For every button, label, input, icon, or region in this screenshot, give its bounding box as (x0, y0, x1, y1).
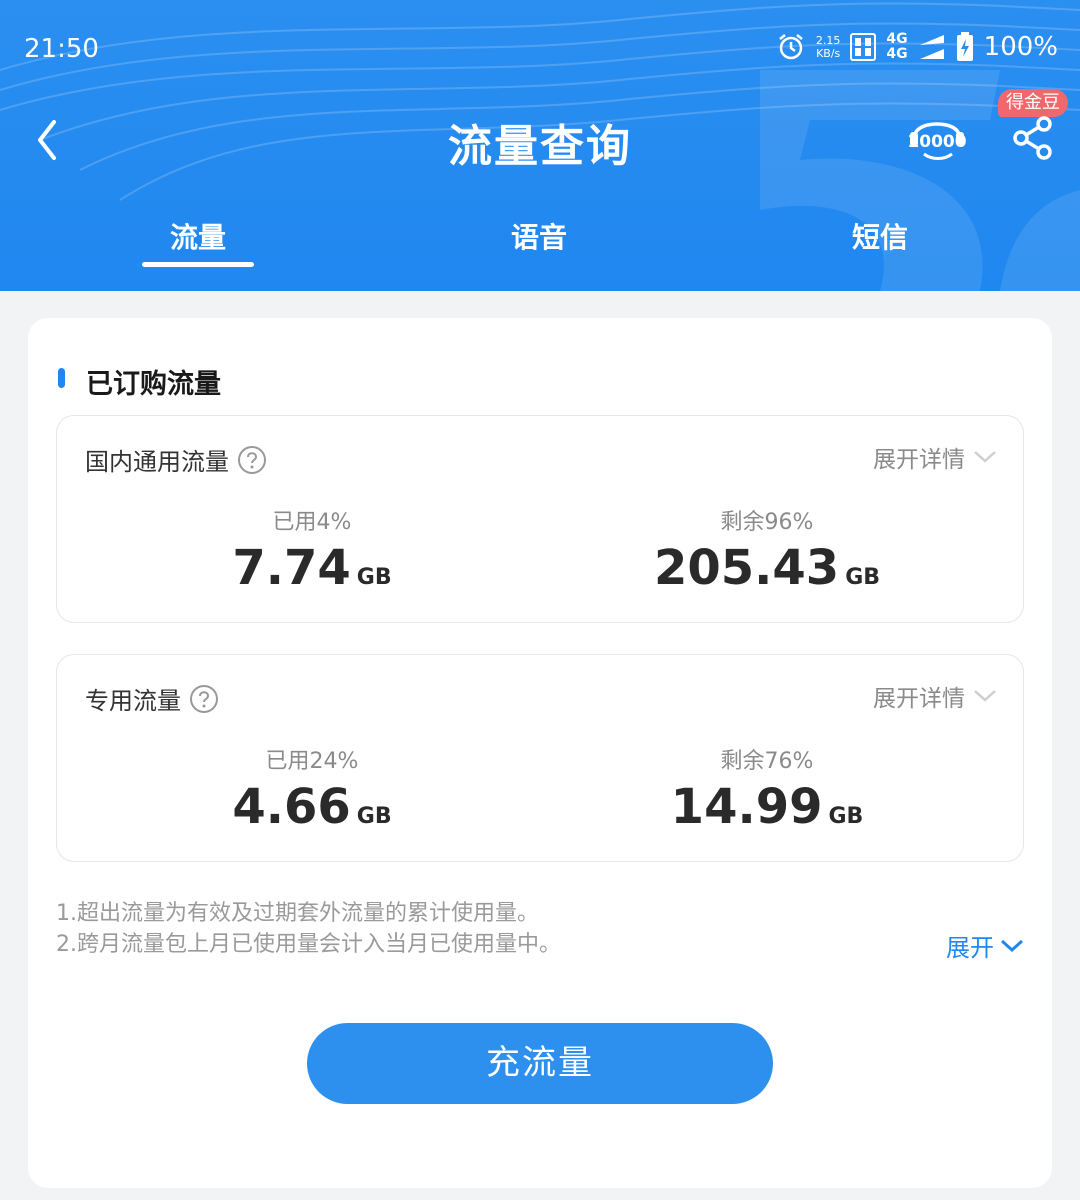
expand-detail-label: 展开详情 (873, 447, 965, 473)
content-card: 已订购流量 国内通用流量 展开详情 已用4% 7.74 GB 剩余96% 205… (28, 318, 1052, 1188)
chevron-down-icon (1000, 939, 1024, 952)
remain-stat: 剩余96% 205.43 GB (617, 504, 917, 596)
used-label: 已用4% (272, 510, 352, 535)
used-value: 7.74 (232, 540, 351, 596)
battery-icon (956, 32, 973, 61)
remain-value-row: 205.43 GB (617, 540, 917, 596)
used-label: 已用24% (265, 749, 359, 774)
expand-notes-label: 展开 (946, 934, 994, 962)
expand-notes-link[interactable]: 展开 (946, 928, 1024, 963)
remain-unit: GB (845, 565, 881, 590)
used-stat: 已用4% 7.74 GB (162, 504, 462, 596)
used-value: 4.66 (232, 779, 351, 835)
net-speed: 2.15 KB/s (816, 34, 841, 60)
status-icons: 2.15 KB/s 4G 4G 100% (776, 32, 1058, 62)
expand-detail-button[interactable]: 展开详情 (873, 679, 997, 713)
battery-percent: 100% (983, 32, 1058, 62)
section-accent-bar (58, 368, 65, 388)
net-speed-unit: KB/s (816, 47, 841, 60)
help-icon[interactable] (237, 445, 267, 475)
note-line: 1.超出流量为有效及过期套外流量的累计使用量。 (56, 901, 539, 926)
used-unit: GB (356, 565, 392, 590)
used-stat: 已用24% 4.66 GB (162, 743, 462, 835)
used-unit: GB (356, 804, 392, 829)
signal-icon (919, 35, 944, 59)
alarm-icon (779, 34, 803, 60)
service-10000-icon[interactable]: 10000 (906, 110, 968, 166)
package-name-text: 专用流量 (85, 687, 181, 715)
remain-unit: GB (828, 804, 864, 829)
note-line: 2.跨月流量包上月已使用量会计入当月已使用量中。 (56, 932, 561, 957)
package-name: 国内通用流量 (85, 442, 267, 477)
tab-sms[interactable]: 短信 (780, 216, 980, 256)
remain-value: 14.99 (670, 779, 823, 835)
network-type-bottom: 4G (886, 46, 908, 62)
recharge-data-button[interactable]: 充流量 (307, 1023, 773, 1104)
tab-bar: 流量 语音 短信 (0, 212, 1080, 272)
remain-value: 205.43 (653, 540, 840, 596)
svg-text:10000: 10000 (907, 132, 966, 152)
package-name-text: 国内通用流量 (85, 448, 229, 476)
tab-data[interactable]: 流量 (98, 216, 298, 256)
package-card-general: 国内通用流量 展开详情 已用4% 7.74 GB 剩余96% 205.43 GB (56, 415, 1024, 623)
net-speed-value: 2.15 (815, 34, 841, 47)
expand-detail-label: 展开详情 (873, 686, 965, 712)
remain-label: 剩余96% (720, 510, 814, 535)
used-value-row: 7.74 GB (162, 540, 462, 596)
active-tab-indicator (142, 262, 254, 267)
header: 21:50 2.15 KB/s 4G 4G 100% 流量查询 10000 得金… (0, 0, 1080, 291)
section-title: 已订购流量 (58, 362, 221, 401)
remain-label: 剩余76% (720, 749, 814, 774)
expand-detail-button[interactable]: 展开详情 (873, 440, 997, 474)
network-type: 4G 4G (886, 32, 907, 62)
hd-sim-icon (850, 33, 877, 61)
tab-voice[interactable]: 语音 (439, 216, 639, 256)
section-title-text: 已订购流量 (86, 369, 221, 400)
package-card-dedicated: 专用流量 展开详情 已用24% 4.66 GB 剩余76% 14.99 GB (56, 654, 1024, 862)
network-type-top: 4G (886, 31, 908, 47)
status-bar: 21:50 2.15 KB/s 4G 4G 100% (0, 22, 1080, 78)
package-name: 专用流量 (85, 681, 219, 716)
notes: 1.超出流量为有效及过期套外流量的累计使用量。 2.跨月流量包上月已使用量会计入… (56, 898, 561, 960)
remain-value-row: 14.99 GB (617, 779, 917, 835)
used-value-row: 4.66 GB (162, 779, 462, 835)
remain-stat: 剩余76% 14.99 GB (617, 743, 917, 835)
status-time: 21:50 (24, 34, 99, 64)
chevron-down-icon (974, 451, 996, 463)
share-icon[interactable] (1010, 112, 1058, 164)
chevron-down-icon (974, 690, 996, 702)
help-icon[interactable] (189, 684, 219, 714)
